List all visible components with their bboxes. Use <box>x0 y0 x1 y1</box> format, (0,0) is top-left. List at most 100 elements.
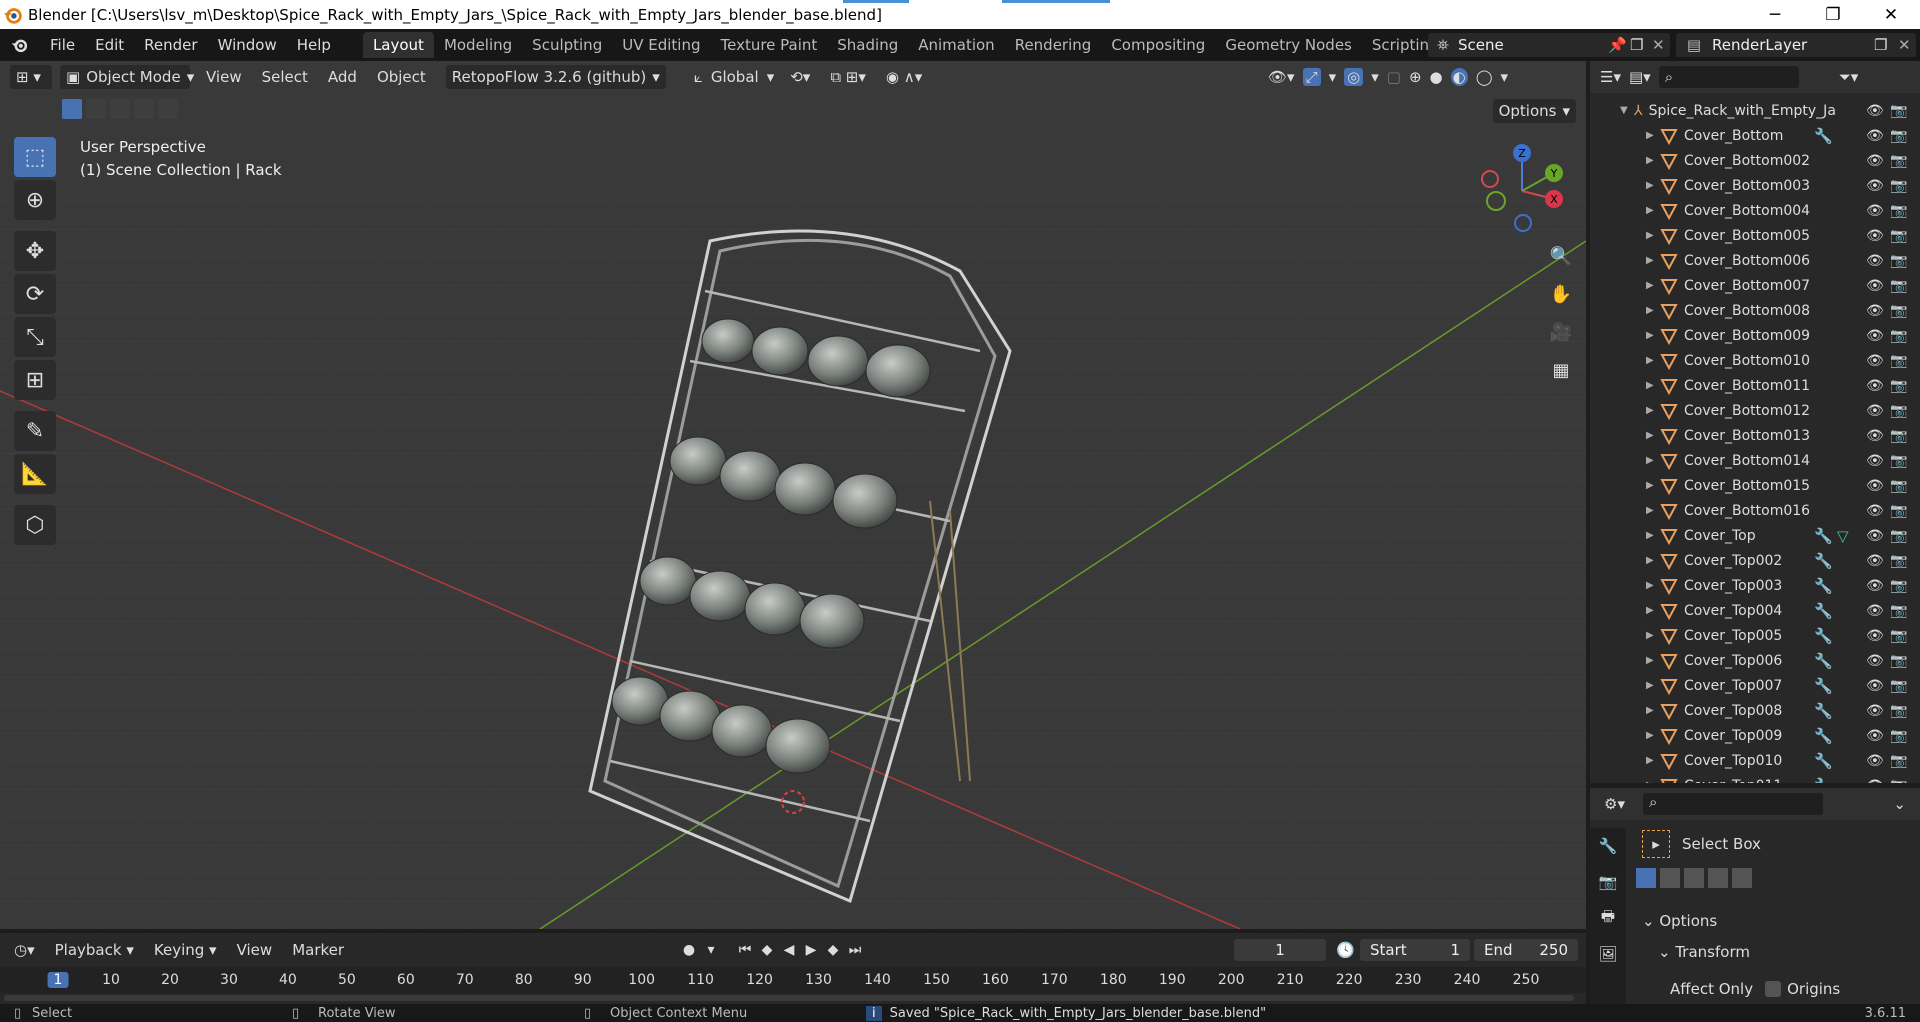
rotate-tool-icon[interactable]: ⟳ <box>14 274 56 314</box>
current-frame-field[interactable]: 1 <box>1234 939 1326 961</box>
play-reverse-icon[interactable]: ◀ <box>778 939 800 961</box>
eye-icon[interactable]: 👁 <box>1866 328 1884 344</box>
gizmo-toggle-icon[interactable]: ⤢ <box>1302 68 1321 86</box>
outliner-row[interactable]: ▶ Cover_Top010 🔧 👁 📷 <box>1590 748 1920 773</box>
expand-arrow-icon[interactable]: ▶ <box>1646 305 1660 316</box>
eye-icon[interactable]: 👁 <box>1866 603 1884 619</box>
camera-icon[interactable]: 📷 <box>1890 778 1907 784</box>
chevron-down-icon[interactable]: ▾ <box>1501 68 1509 86</box>
eye-icon[interactable]: 👁 <box>1866 353 1884 369</box>
camera-icon[interactable]: 📷 <box>1890 528 1907 544</box>
outliner-row[interactable]: ▶ Cover_Top006 🔧 👁 📷 <box>1590 648 1920 673</box>
modifier-wrench-icon[interactable]: 🔧 <box>1814 577 1833 595</box>
annotate-tool-icon[interactable]: ✎ <box>14 411 56 451</box>
menu-edit[interactable]: Edit <box>85 36 134 54</box>
outliner-row[interactable]: ▶ Cover_Bottom 🔧 👁 📷 <box>1590 123 1920 148</box>
modifier-wrench-icon[interactable]: 🔧 <box>1814 627 1833 645</box>
timeline-ruler[interactable]: 1 10 20 30 40 50 60 70 80 90 100 110 120 130 140 150 160… <box>0 967 1586 993</box>
outliner-row[interactable]: ▶ Cover_Bottom007 👁 📷 <box>1590 273 1920 298</box>
timeline-scrollbar[interactable] <box>4 995 1574 1001</box>
eye-icon[interactable]: 👁 <box>1866 228 1884 244</box>
eye-icon[interactable]: 👁 <box>1866 128 1884 144</box>
solid-shading-icon[interactable]: ● <box>1430 68 1443 86</box>
tab-texture-paint[interactable]: Texture Paint <box>710 32 827 58</box>
snap-icon[interactable]: ⧉ ⊞▾ <box>820 68 876 86</box>
navigation-gizmo[interactable]: Z Y X <box>1476 139 1572 235</box>
menu-window[interactable]: Window <box>208 36 287 54</box>
eye-icon[interactable]: 👁 <box>1866 753 1884 769</box>
properties-search-input[interactable]: ⌕ <box>1642 793 1823 815</box>
transform-section[interactable]: ⌄ Transform <box>1658 943 1750 961</box>
rendered-shading-icon[interactable]: ◯ <box>1476 68 1493 86</box>
modifier-wrench-icon[interactable]: 🔧 <box>1814 702 1833 720</box>
eye-icon[interactable]: 👁 <box>1866 253 1884 269</box>
camera-icon[interactable]: 📷 <box>1890 628 1907 644</box>
camera-icon[interactable]: 📷 <box>1890 253 1907 269</box>
ortho-grid-icon[interactable]: ▦ <box>1546 355 1576 385</box>
pivot-icon[interactable]: ⟲▾ <box>780 68 820 86</box>
eye-icon[interactable]: 👁 <box>1866 528 1884 544</box>
tab-compositing[interactable]: Compositing <box>1101 32 1215 58</box>
outliner-row[interactable]: ▶ Cover_Bottom002 👁 📷 <box>1590 148 1920 173</box>
expand-arrow-icon[interactable]: ▶ <box>1646 330 1660 341</box>
chevron-down-icon[interactable]: ▾ <box>700 939 722 961</box>
camera-icon[interactable]: 📷 <box>1890 553 1907 569</box>
camera-icon[interactable]: 📷 <box>1890 378 1907 394</box>
record-icon[interactable]: ● <box>678 939 700 961</box>
camera-icon[interactable]: 📷 <box>1890 228 1907 244</box>
jump-start-icon[interactable]: ⏮ <box>734 939 756 961</box>
eye-icon[interactable]: 👁 <box>1866 478 1884 494</box>
close-button[interactable]: ✕ <box>1862 0 1920 29</box>
menu-marker[interactable]: Marker <box>282 941 354 959</box>
options-section[interactable]: ⌄ Options <box>1642 912 1717 930</box>
camera-icon[interactable]: 📷 <box>1890 653 1907 669</box>
menu-select[interactable]: Select <box>252 68 318 86</box>
transform-tool-icon[interactable]: ⊞ <box>14 360 56 400</box>
outliner-editor-icon[interactable]: ☰▾ <box>1600 68 1621 86</box>
eye-icon[interactable]: 👁 <box>1866 578 1884 594</box>
display-mode-icon[interactable]: ▤▾ <box>1629 68 1651 86</box>
expand-arrow-icon[interactable]: ▶ <box>1646 780 1660 783</box>
eye-icon[interactable]: 👁 <box>1866 203 1884 219</box>
prev-keyframe-icon[interactable]: ◆ <box>756 939 778 961</box>
camera-icon[interactable]: 📷 <box>1890 103 1907 119</box>
outliner-row[interactable]: ▶ Cover_Bottom003 👁 📷 <box>1590 173 1920 198</box>
outliner-row[interactable]: ▶ Cover_Top 🔧 ▽ 👁 📷 <box>1590 523 1920 548</box>
expand-arrow-icon[interactable]: ▶ <box>1646 730 1660 741</box>
eye-icon[interactable]: 👁 <box>1866 453 1884 469</box>
camera-icon[interactable]: 📷 <box>1890 403 1907 419</box>
modifier-wrench-icon[interactable]: 🔧 <box>1814 552 1833 570</box>
camera-icon[interactable]: 📷 <box>1890 353 1907 369</box>
expand-arrow-icon[interactable]: ▶ <box>1646 655 1660 666</box>
view-layer-selector[interactable]: ▤ RenderLayer ❐ ✕ <box>1676 33 1916 57</box>
next-keyframe-icon[interactable]: ◆ <box>822 939 844 961</box>
eye-icon[interactable]: 👁 <box>1866 553 1884 569</box>
select-extend-icon[interactable] <box>86 99 106 119</box>
expand-arrow-icon[interactable]: ▶ <box>1646 255 1660 266</box>
add-cube-tool-icon[interactable]: ⬡ <box>14 505 56 545</box>
modifier-wrench-icon[interactable]: 🔧 <box>1814 527 1833 545</box>
camera-icon[interactable]: 📷 <box>1890 478 1907 494</box>
end-frame-field[interactable]: End 250 <box>1474 939 1578 961</box>
outliner-row[interactable]: ▶ Cover_Bottom005 👁 📷 <box>1590 223 1920 248</box>
outliner-row[interactable]: ▶ Cover_Bottom006 👁 📷 <box>1590 248 1920 273</box>
delete-view-layer-icon[interactable]: ✕ <box>1898 36 1916 54</box>
camera-icon[interactable]: 📷 <box>1890 603 1907 619</box>
outliner-row[interactable]: ▶ Cover_Bottom013 👁 📷 <box>1590 423 1920 448</box>
render-tab-icon[interactable]: 📷 <box>1590 864 1626 900</box>
menu-help[interactable]: Help <box>287 36 341 54</box>
eye-icon[interactable]: 👁 <box>1866 778 1884 784</box>
eye-icon[interactable]: 👁 <box>1866 103 1884 119</box>
outliner-row[interactable]: ▶ Cover_Bottom008 👁 📷 <box>1590 298 1920 323</box>
expand-arrow-icon[interactable]: ▶ <box>1646 680 1660 691</box>
expand-arrow-icon[interactable]: ▶ <box>1646 430 1660 441</box>
play-icon[interactable]: ▶ <box>800 939 822 961</box>
outliner-row[interactable]: ▶ Cover_Bottom014 👁 📷 <box>1590 448 1920 473</box>
outliner-row[interactable]: ▶ Cover_Top008 🔧 👁 📷 <box>1590 698 1920 723</box>
tab-layout[interactable]: Layout <box>362 32 434 58</box>
expand-arrow-icon[interactable]: ▶ <box>1646 130 1660 141</box>
outliner-row[interactable]: ▶ Cover_Top004 🔧 👁 📷 <box>1590 598 1920 623</box>
select-invert-icon[interactable] <box>134 99 154 119</box>
camera-icon[interactable]: 📷 <box>1890 203 1907 219</box>
select-subtract-icon[interactable] <box>1684 868 1704 888</box>
